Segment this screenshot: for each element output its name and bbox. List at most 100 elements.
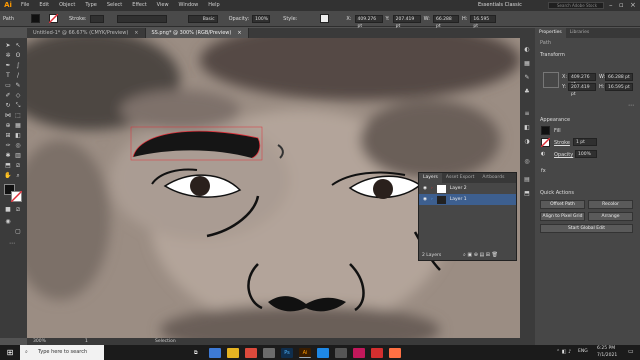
language-indicator[interactable]: ENG (578, 349, 588, 354)
w-field[interactable]: 66.288 pt (432, 14, 459, 29)
slice-tool-icon[interactable]: ⧄ (14, 162, 22, 169)
menu-view[interactable]: View (152, 0, 174, 11)
artboard-tool-icon[interactable]: ⬒ (4, 162, 12, 169)
layers-panel-icon[interactable]: ▤ (523, 176, 531, 183)
app-icon[interactable] (353, 347, 365, 358)
align-to-pixel-grid-button[interactable]: Align to Pixel Grid (540, 212, 585, 221)
appearance-fill-swatch[interactable] (541, 126, 550, 135)
shaper-tool-icon[interactable]: ✐ (4, 92, 12, 99)
chrome-icon[interactable] (245, 347, 257, 358)
brushes-panel-icon[interactable]: ✎ (523, 74, 531, 81)
illustrator-taskbar-icon[interactable]: Ai (299, 347, 311, 358)
file-explorer-icon[interactable] (227, 347, 239, 358)
artboard-number[interactable]: 1 (85, 338, 88, 345)
tab-ss-png[interactable]: SS.png* @ 300% (RGB/Preview) × (145, 28, 249, 38)
opacity-field[interactable]: 100% (252, 14, 271, 23)
h-field[interactable]: 16.595 pt (470, 14, 497, 29)
menu-file[interactable]: File (16, 0, 34, 11)
direct-selection-tool-icon[interactable]: ↖ (14, 42, 22, 49)
expand-arrow-icon[interactable]: › (431, 197, 433, 202)
opacity-field[interactable]: 100% (575, 150, 597, 158)
start-global-edit-button[interactable]: Start Global Edit (540, 224, 633, 233)
line-tool-icon[interactable]: / (14, 72, 22, 79)
minimize-icon[interactable]: – (609, 1, 613, 9)
photoshop-icon[interactable]: Ps (281, 347, 293, 358)
windows-start-icon[interactable]: ⊞ (0, 348, 20, 357)
draw-mode-icon[interactable]: ◉ (4, 218, 12, 225)
tab-close-icon[interactable]: × (237, 28, 241, 38)
reference-point-icon[interactable] (543, 72, 559, 88)
visibility-eye-icon[interactable]: ◉ (423, 197, 427, 202)
gradient-tool-icon[interactable]: ◧ (14, 132, 22, 139)
prop-w-field[interactable]: 66.288 pt (605, 73, 633, 81)
tab-libraries[interactable]: Libraries (566, 28, 593, 38)
stroke-label-link[interactable]: Stroke (554, 140, 570, 146)
notification-icon[interactable]: ▭ (628, 348, 634, 355)
swatches-panel-icon[interactable]: ▦ (523, 60, 531, 67)
store-icon[interactable] (263, 347, 275, 358)
fx-icon[interactable]: fx (541, 168, 546, 174)
firefox-icon[interactable] (389, 347, 401, 358)
stroke-swatch[interactable] (48, 14, 58, 23)
offset-path-button[interactable]: Offset Path (540, 200, 585, 209)
app-icon[interactable] (317, 347, 329, 358)
artboards-panel-icon[interactable]: ⬒ (523, 190, 531, 197)
tab-close-icon[interactable]: × (134, 28, 138, 38)
system-tray-icons[interactable]: ⌃ ◧ ♪ (556, 349, 571, 355)
rectangle-tool-icon[interactable]: ▭ (4, 82, 12, 89)
menu-object[interactable]: Object (54, 0, 80, 11)
magic-wand-tool-icon[interactable]: ✲ (4, 52, 12, 59)
color-panel-icon[interactable]: ◐ (523, 46, 531, 53)
variable-width-field[interactable] (116, 14, 167, 23)
y-field[interactable]: 207.419 pt (392, 14, 421, 29)
x-field[interactable]: 409.276 pt (354, 14, 383, 29)
zoom-level[interactable]: 300% (33, 338, 46, 345)
selection-tool-icon[interactable]: ➤ (4, 42, 12, 49)
layer-name[interactable]: Layer 2 (450, 186, 467, 191)
scale-tool-icon[interactable]: ⤡ (14, 102, 22, 109)
symbol-sprayer-tool-icon[interactable]: ✱ (4, 152, 12, 159)
eraser-tool-icon[interactable]: ◇ (14, 92, 22, 99)
brush-field[interactable]: Basic (187, 14, 218, 23)
gradient-panel-icon[interactable]: ◧ (523, 124, 531, 131)
width-tool-icon[interactable]: ⋈ (4, 112, 12, 119)
tab-properties[interactable]: Properties (535, 28, 566, 38)
maximize-icon[interactable]: ▫ (619, 1, 624, 9)
edit-toolbar-icon[interactable]: ⋯ (8, 240, 16, 247)
screen-mode-icon[interactable]: ▢ (14, 228, 22, 235)
menu-effect[interactable]: Effect (127, 0, 151, 11)
recolor-button[interactable]: Recolor (588, 200, 633, 209)
none-mode-icon[interactable]: ⧄ (14, 206, 22, 213)
app-icon[interactable] (371, 347, 383, 358)
opacity-label-link[interactable]: Opacity (554, 152, 573, 158)
menu-edit[interactable]: Edit (34, 0, 54, 11)
workspace-switcher[interactable]: Essentials Classic (478, 2, 522, 8)
layer-row[interactable]: ◉ › Layer 1 (419, 194, 516, 205)
menu-window[interactable]: Window (174, 0, 204, 11)
taskbar-search-input[interactable]: ⌕ Type here to search (20, 345, 104, 360)
close-icon[interactable]: × (630, 1, 636, 9)
color-mode-icon[interactable]: ■ (4, 206, 12, 213)
tab-artboards[interactable]: Artboards (478, 173, 508, 183)
free-transform-tool-icon[interactable]: ⬚ (14, 112, 22, 119)
style-swatch[interactable] (320, 14, 330, 23)
more-options-icon[interactable]: ⋯ (627, 102, 635, 109)
symbols-panel-icon[interactable]: ♣ (523, 88, 531, 95)
mesh-tool-icon[interactable]: ⊞ (4, 132, 12, 139)
prop-y-field[interactable]: 207.419 pt (568, 83, 596, 97)
menu-help[interactable]: Help (203, 0, 224, 11)
fill-swatch[interactable] (30, 14, 40, 23)
expand-arrow-icon[interactable]: › (431, 186, 433, 191)
pen-tool-icon[interactable]: ✒ (4, 62, 12, 69)
tab-layers[interactable]: Layers (419, 173, 442, 183)
rotate-tool-icon[interactable]: ↻ (4, 102, 12, 109)
stroke-color-box[interactable] (11, 191, 22, 202)
lasso-tool-icon[interactable]: ʘ (14, 52, 22, 59)
tab-asset-export[interactable]: Asset Export (442, 173, 478, 183)
layer-name[interactable]: Layer 1 (450, 197, 467, 202)
shape-builder-tool-icon[interactable]: ⊕ (4, 122, 12, 129)
appearance-panel-icon[interactable]: ◎ (523, 158, 531, 165)
eyedropper-tool-icon[interactable]: ✑ (4, 142, 12, 149)
layer-row[interactable]: ◉ › Layer 2 (419, 183, 516, 194)
menu-type[interactable]: Type (80, 0, 101, 11)
